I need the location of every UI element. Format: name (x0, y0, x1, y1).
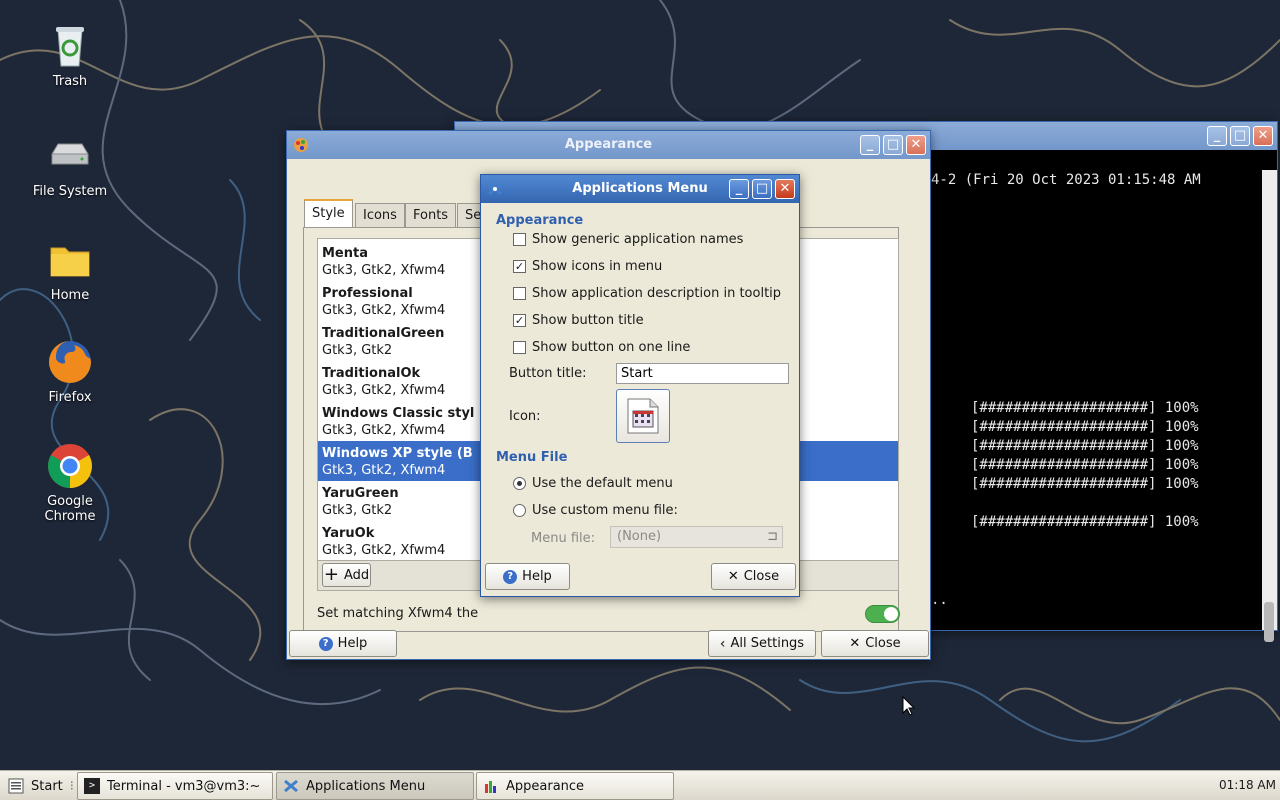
calendar-icon (627, 398, 659, 434)
folder-open-icon: ⊐ (767, 529, 778, 544)
option-generic-names[interactable]: Show generic application names (513, 232, 743, 247)
matching-theme-toggle[interactable] (865, 605, 900, 623)
xfce-icon (284, 779, 298, 793)
terminal-line: .. (931, 592, 948, 608)
section-menu-file: Menu File (496, 450, 568, 465)
desktop-icon-chrome[interactable]: Google Chrome (22, 442, 118, 524)
dialog-close-button[interactable]: ✕ Close (711, 563, 796, 590)
checkbox-checked[interactable]: ✓ (513, 314, 526, 327)
mouse-cursor-icon (902, 696, 916, 716)
option-button-one-line[interactable]: Show button on one line (513, 340, 690, 355)
help-button[interactable]: ? Help (289, 630, 397, 657)
all-settings-button[interactable]: ‹ All Settings (708, 630, 816, 657)
toggle-knob (884, 607, 898, 621)
drive-icon (46, 132, 94, 180)
section-appearance: Appearance (496, 213, 584, 228)
applications-menu-dialog[interactable]: Applications Menu _ □ ✕ Appearance Show … (480, 174, 800, 597)
dialog-help-button[interactable]: ? Help (485, 563, 570, 590)
appearance-icon (294, 138, 308, 152)
option-show-icons[interactable]: ✓ Show icons in menu (513, 259, 662, 274)
plus-icon: + (323, 564, 339, 585)
appearance-icon (485, 781, 496, 793)
button-title-input[interactable] (616, 363, 789, 384)
firefox-icon (46, 338, 94, 386)
dialog-titlebar[interactable]: Applications Menu _ □ ✕ (481, 175, 799, 203)
close-button[interactable]: ✕ Close (821, 630, 929, 657)
checkbox[interactable] (513, 233, 526, 246)
add-button[interactable]: + Add (322, 563, 371, 587)
tab-style[interactable]: Style (304, 199, 353, 228)
desktop-icon-firefox[interactable]: Firefox (22, 338, 118, 405)
close-icon: ✕ (849, 636, 861, 651)
tab-icons[interactable]: Icons (355, 203, 405, 227)
desktop-icon-label: Firefox (48, 390, 92, 405)
terminal-line: [####################] 100% (971, 419, 1199, 435)
terminal-line: [####################] 100% (971, 400, 1199, 416)
xfce-icon (488, 182, 502, 196)
start-menu-icon (8, 778, 24, 794)
radio[interactable] (513, 504, 526, 517)
help-icon: ? (318, 636, 333, 651)
tab-fonts[interactable]: Fonts (405, 203, 457, 227)
terminal-scrollbar[interactable] (1262, 170, 1277, 642)
folder-icon (46, 236, 94, 284)
chevron-left-icon: ‹ (719, 635, 726, 652)
close-button[interactable]: ✕ (1253, 126, 1273, 146)
minimize-button[interactable]: _ (729, 179, 749, 199)
minimize-button[interactable]: _ (1207, 126, 1227, 146)
scrollbar-thumb[interactable] (1264, 602, 1274, 642)
checkbox[interactable] (513, 287, 526, 300)
radio-custom-menu[interactable]: Use custom menu file: (513, 503, 678, 518)
option-description-tooltip[interactable]: Show application description in tooltip (513, 286, 781, 301)
terminal-line: [####################] 100% (971, 457, 1199, 473)
option-show-button-title[interactable]: ✓ Show button title (513, 313, 644, 328)
clock[interactable]: 01:18 AM (1219, 771, 1276, 800)
chrome-icon (46, 442, 94, 490)
menu-file-chooser[interactable]: (None) ⊐ (610, 526, 783, 548)
radio-selected[interactable] (513, 477, 526, 490)
taskbar: Start ⁝ > Terminal - vm3@vm3:~ Applicati… (0, 770, 1280, 800)
terminal-icon: > (84, 778, 100, 794)
close-button[interactable]: ✕ (906, 135, 926, 155)
checkbox[interactable] (513, 341, 526, 354)
desktop-icon-label: Home (50, 288, 90, 303)
icon-label: Icon: (509, 409, 541, 424)
taskbar-item-applications-menu[interactable]: Applications Menu (276, 772, 474, 800)
trash-icon (46, 22, 94, 70)
start-button[interactable]: Start ⁝ (2, 772, 74, 800)
desktop-icon-trash[interactable]: Trash (22, 22, 118, 89)
desktop-icon-label: File System (32, 184, 108, 199)
maximize-button[interactable]: □ (1230, 126, 1250, 146)
close-icon: ✕ (727, 569, 739, 584)
desktop-icon-label: Trash (52, 74, 88, 89)
maximize-button[interactable]: □ (752, 179, 772, 199)
terminal-line: 4-2 (Fri 20 Oct 2023 01:15:48 AM (931, 172, 1201, 188)
radio-default-menu[interactable]: Use the default menu (513, 476, 673, 491)
taskbar-item-terminal[interactable]: > Terminal - vm3@vm3:~ (77, 772, 273, 800)
separator-icon: ⁝ (69, 778, 74, 794)
icon-picker-button[interactable] (616, 389, 670, 443)
menu-file-label: Menu file: (531, 531, 596, 546)
help-icon: ? (503, 569, 518, 584)
dialog-title: Applications Menu (572, 181, 708, 196)
terminal-line: [####################] 100% (971, 476, 1199, 492)
desktop-icon-label: Google Chrome (44, 494, 96, 524)
button-title-label: Button title: (509, 366, 587, 381)
minimize-button[interactable]: _ (860, 135, 880, 155)
close-button[interactable]: ✕ (775, 179, 795, 199)
terminal-line: [####################] 100% (971, 514, 1199, 530)
matching-theme-label: Set matching Xfwm4 the (317, 606, 479, 621)
window-title: Appearance (564, 137, 653, 152)
taskbar-item-appearance[interactable]: Appearance (476, 772, 674, 800)
checkbox-checked[interactable]: ✓ (513, 260, 526, 273)
desktop-icon-home[interactable]: Home (22, 236, 118, 303)
terminal-line: [####################] 100% (971, 438, 1199, 454)
maximize-button[interactable]: □ (883, 135, 903, 155)
desktop-icon-filesystem[interactable]: File System (22, 132, 118, 199)
appearance-titlebar[interactable]: Appearance _ □ ✕ (287, 131, 930, 159)
